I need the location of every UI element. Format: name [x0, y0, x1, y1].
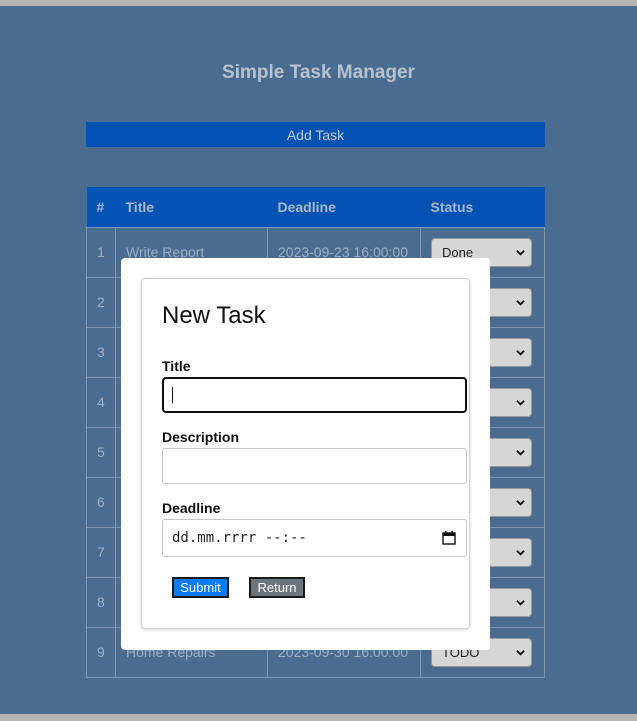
title-label: Title — [162, 358, 191, 374]
title-field[interactable] — [162, 377, 467, 413]
row-number: 6 — [86, 476, 116, 528]
calendar-icon[interactable] — [442, 531, 456, 545]
modal-title: New Task — [162, 302, 266, 329]
add-task-button[interactable]: Add Task — [86, 122, 545, 147]
deadline-label: Deadline — [162, 500, 221, 516]
chevron-down-icon — [516, 599, 525, 606]
deadline-field[interactable]: dd.mm.rrrr --:-- — [162, 519, 467, 557]
row-number: 8 — [86, 576, 116, 628]
text-caret — [172, 387, 173, 403]
chevron-down-icon — [516, 449, 525, 456]
return-button[interactable]: Return — [249, 577, 305, 598]
page-title: Simple Task Manager — [222, 62, 415, 83]
chevron-down-icon — [516, 299, 525, 306]
chevron-down-icon — [516, 649, 525, 656]
chevron-down-icon — [516, 549, 525, 556]
row-number: 9 — [86, 626, 116, 678]
header-status: Status — [420, 187, 545, 227]
row-number: 5 — [86, 426, 116, 478]
row-number: 7 — [86, 526, 116, 578]
chevron-down-icon — [516, 499, 525, 506]
deadline-placeholder: dd.mm.rrrr --:-- — [172, 530, 307, 546]
header-deadline: Deadline — [267, 187, 421, 227]
header-num: # — [86, 187, 116, 227]
chevron-down-icon — [516, 249, 525, 256]
description-label: Description — [162, 429, 240, 445]
header-title: Title — [115, 187, 268, 227]
table-header-row: # Title Deadline Status — [86, 187, 545, 227]
row-number: 1 — [86, 226, 116, 278]
row-number: 4 — [86, 376, 116, 428]
bottom-bar — [0, 714, 637, 721]
chevron-down-icon — [516, 399, 525, 406]
description-field[interactable] — [162, 448, 467, 484]
row-number: 2 — [86, 276, 116, 328]
submit-button[interactable]: Submit — [172, 577, 229, 598]
row-number: 3 — [86, 326, 116, 378]
chevron-down-icon — [516, 349, 525, 356]
